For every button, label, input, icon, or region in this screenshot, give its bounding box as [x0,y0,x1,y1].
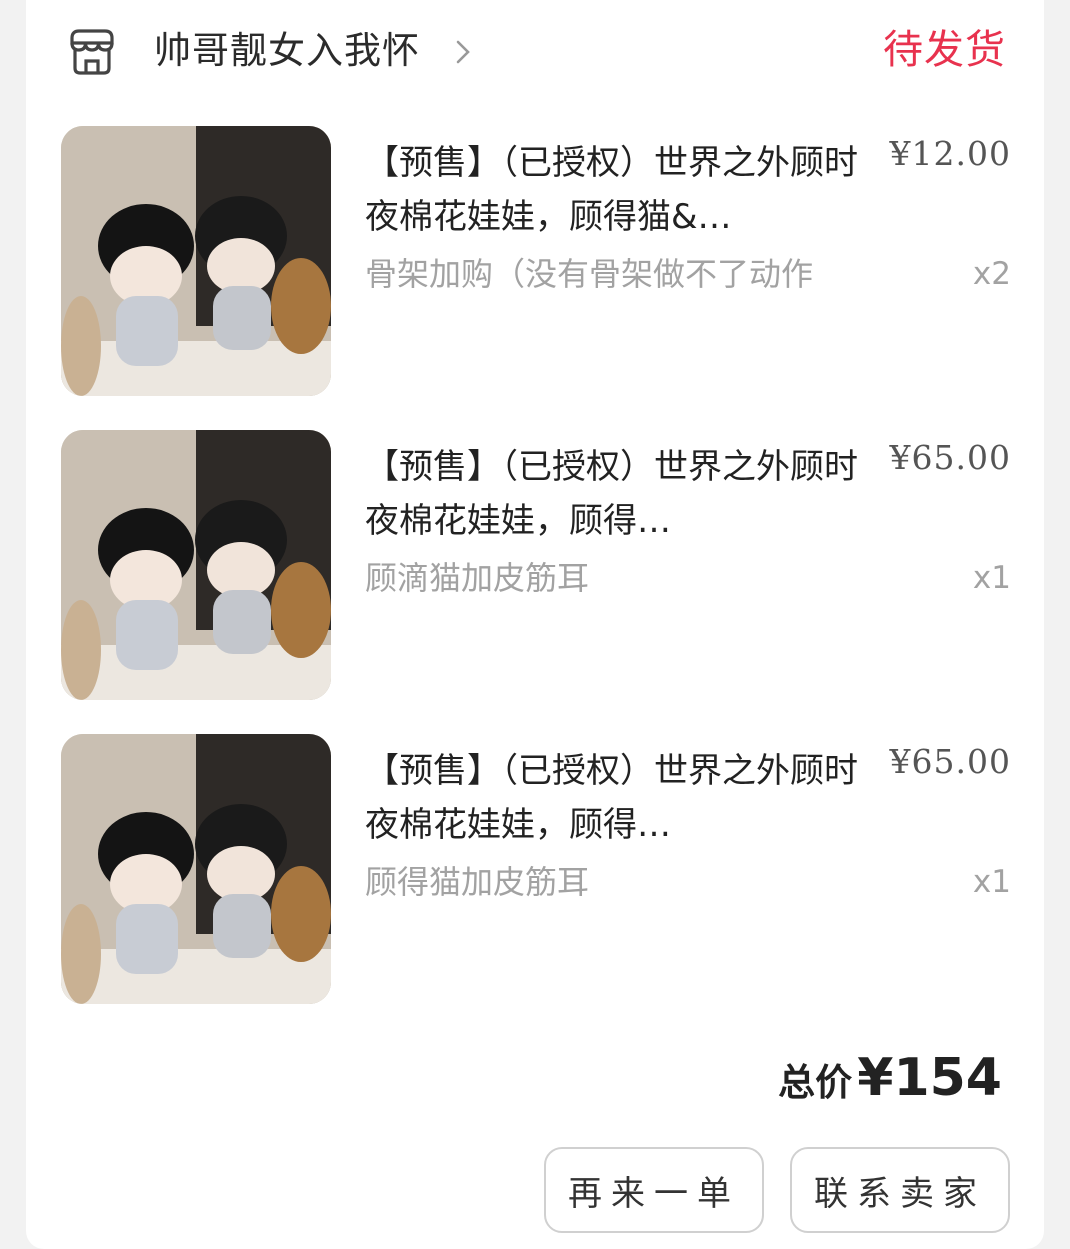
shop-name[interactable]: 帅哥靓女入我怀 [154,26,420,76]
shop-icon [70,29,114,75]
item-quantity: x1 [972,560,1011,596]
order-total: 总价 ¥154 [778,1046,1002,1122]
item-price: ¥65.00 [889,438,1011,477]
item-title[interactable]: 【预售】（已授权）世界之外顾时夜棉花娃娃，顾得… [365,440,865,548]
reorder-button[interactable]: 再来一单 [544,1147,764,1233]
item-quantity: x1 [972,864,1011,900]
item-quantity: x2 [972,256,1011,292]
order-card: 帅哥靓女入我怀 待发货 【预售】（已授权）世界之外顾时夜棉花娃娃，顾得猫&… ¥… [26,0,1044,1249]
total-label: 总价 [778,1061,853,1104]
item-price: ¥12.00 [889,134,1011,173]
order-item[interactable]: 【预售】（已授权）世界之外顾时夜棉花娃娃，顾得猫&… ¥12.00 骨架加购（没… [61,126,1011,396]
order-item[interactable]: 【预售】（已授权）世界之外顾时夜棉花娃娃，顾得… ¥65.00 顾滴猫加皮筋耳 … [61,430,1011,700]
item-price: ¥65.00 [889,742,1011,781]
contact-seller-button[interactable]: 联系卖家 [790,1147,1010,1233]
chevron-right-icon[interactable] [454,38,472,66]
product-thumbnail[interactable] [61,430,331,700]
order-status: 待发货 [883,27,1006,73]
total-amount: ¥154 [857,1048,1002,1108]
item-variant: 顾滴猫加皮筋耳 [365,559,590,597]
item-title[interactable]: 【预售】（已授权）世界之外顾时夜棉花娃娃，顾得猫&… [365,136,865,244]
order-item[interactable]: 【预售】（已授权）世界之外顾时夜棉花娃娃，顾得… ¥65.00 顾得猫加皮筋耳 … [61,734,1011,1004]
item-variant: 骨架加购（没有骨架做不了动作 [365,255,814,293]
product-thumbnail[interactable] [61,126,331,396]
item-variant: 顾得猫加皮筋耳 [365,863,590,901]
item-title[interactable]: 【预售】（已授权）世界之外顾时夜棉花娃娃，顾得… [365,744,865,852]
product-thumbnail[interactable] [61,734,331,1004]
